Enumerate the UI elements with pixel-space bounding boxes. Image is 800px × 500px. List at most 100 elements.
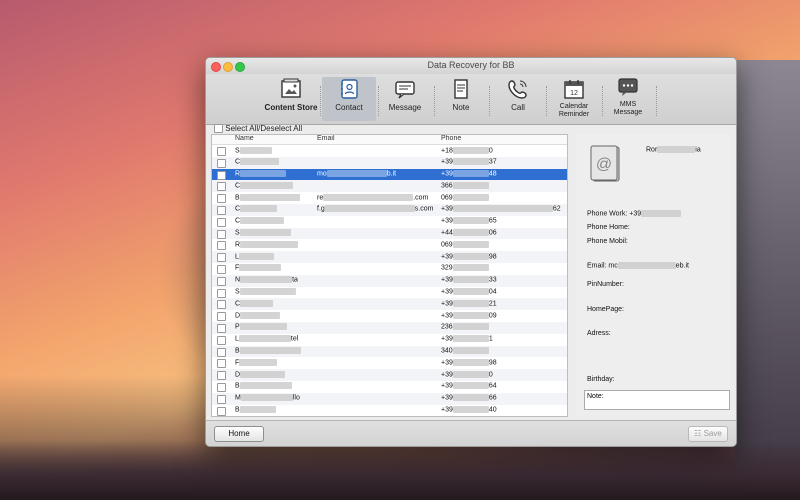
table-row[interactable]: L +39 98 <box>212 251 567 263</box>
table-header: Name Email Phone <box>212 135 567 145</box>
table-row[interactable]: S +44 06 <box>212 227 567 240</box>
row-checkbox[interactable] <box>217 147 226 156</box>
table-row[interactable]: S +18 0 <box>212 145 567 157</box>
row-phone: +44 06 <box>441 229 497 237</box>
row-checkbox[interactable] <box>217 347 226 357</box>
row-phone: +39 65 <box>441 217 497 225</box>
tool-label: MMS Message <box>613 101 643 116</box>
tool-mms-message[interactable]: MMS Message <box>608 75 648 117</box>
table-row[interactable]: Cf.g s.com +39 62 <box>212 203 567 216</box>
row-checkbox[interactable] <box>217 382 226 392</box>
row-checkbox[interactable] <box>217 194 226 204</box>
tool-label: Contact <box>335 103 363 112</box>
row-checkbox[interactable] <box>217 288 226 298</box>
row-checkbox[interactable] <box>217 158 226 168</box>
row-checkbox[interactable] <box>217 335 226 345</box>
row-checkbox[interactable] <box>217 229 226 239</box>
table-body: S +18 0 C +39 37 Rmo b.it +39 48 C 366 Bre .com 069 Cf.… <box>212 145 567 416</box>
row-checkbox[interactable] <box>217 300 226 310</box>
save-button[interactable]: ☷ Save <box>688 426 728 442</box>
detail-phone-mobil-label: Phone Mobil: <box>587 238 628 245</box>
column-header-email[interactable]: Email <box>317 135 335 142</box>
note-field[interactable]: Note: <box>584 390 730 410</box>
home-button[interactable]: Home <box>214 426 264 442</box>
row-name: C <box>235 181 294 189</box>
row-checkbox[interactable] <box>217 359 226 369</box>
tool-label: Message <box>388 103 422 112</box>
detail-pin-label: PinNumber: <box>587 281 624 288</box>
tool-label: Content Store <box>264 103 318 112</box>
detail-birthday-label: Birthday: <box>587 376 615 383</box>
row-email: mo b.it <box>317 170 397 178</box>
column-header-phone[interactable]: Phone <box>441 135 461 142</box>
row-phone: +18 0 <box>441 146 493 154</box>
note-icon <box>454 79 468 99</box>
row-name: B <box>235 347 301 354</box>
table-row[interactable]: C +39 21 <box>212 298 567 311</box>
tool-call[interactable]: Call <box>498 77 538 112</box>
tool-label: Note <box>452 103 470 112</box>
table-row[interactable]: B +39 64 <box>212 381 567 393</box>
table-row[interactable]: C +39 37 <box>212 156 567 169</box>
table-row[interactable]: Ltel +39 1 <box>212 334 567 346</box>
table-row[interactable]: D +39 0 <box>212 369 567 381</box>
tool-contact[interactable]: Contact <box>322 77 376 121</box>
row-checkbox[interactable] <box>217 253 226 263</box>
row-checkbox[interactable] <box>217 312 226 322</box>
row-checkbox[interactable] <box>217 241 226 251</box>
row-phone: +39 64 <box>441 382 497 390</box>
table-row[interactable]: Nta +39 33 <box>212 274 567 287</box>
table-row[interactable]: S +39 04 <box>212 287 567 299</box>
row-name: C <box>235 217 285 225</box>
table-row[interactable]: C 366 <box>212 180 567 193</box>
row-phone: 329 <box>441 264 489 272</box>
table-row[interactable]: F +39 98 <box>212 357 567 369</box>
row-checkbox[interactable] <box>217 323 226 333</box>
table-row[interactable]: R 069 <box>212 239 567 251</box>
row-phone: +39 37 <box>441 158 497 166</box>
row-checkbox[interactable] <box>217 182 226 192</box>
table-row[interactable]: Mllo +39 66 <box>212 392 567 405</box>
table-row[interactable]: B +39 40 <box>212 405 567 416</box>
row-checkbox[interactable] <box>217 276 226 286</box>
table-row[interactable]: Rmo b.it +39 48 <box>212 168 567 181</box>
table-row[interactable]: B 340 <box>212 345 567 358</box>
table-row[interactable]: F 329 <box>212 263 567 275</box>
column-header-name[interactable]: Name <box>235 135 254 142</box>
row-name: S <box>235 288 296 295</box>
tool-calendar-reminder[interactable]: 12 Calendar Reminder <box>552 77 596 119</box>
row-checkbox[interactable] <box>217 371 226 381</box>
row-phone: 366 <box>441 181 489 189</box>
tool-content-store[interactable]: Content Store <box>264 77 318 112</box>
table-row[interactable]: P 236 <box>212 321 567 334</box>
table-row[interactable]: C +39 65 <box>212 216 567 228</box>
window-title: Data Recovery for BB <box>427 60 515 70</box>
row-phone: 069 <box>441 193 489 201</box>
row-checkbox[interactable] <box>217 170 226 180</box>
row-name: C <box>235 158 280 166</box>
detail-contact-name: Ror ia <box>646 146 701 154</box>
select-all-label: Select All/Deselect All <box>225 124 303 133</box>
row-name: C <box>235 299 274 307</box>
row-checkbox[interactable] <box>217 217 226 227</box>
table-row[interactable]: Bre .com 069 <box>212 192 567 204</box>
select-all-checkbox[interactable] <box>214 124 223 134</box>
row-phone: +39 40 <box>441 406 497 414</box>
tool-message[interactable]: Message <box>382 77 428 112</box>
row-checkbox[interactable] <box>217 264 226 274</box>
detail-phone-work: Phone Work: +39 <box>587 210 682 217</box>
detail-adress-label: Adress: <box>587 330 611 337</box>
background-cliff <box>735 60 800 500</box>
select-all-control[interactable]: Select All/Deselect All <box>214 124 303 134</box>
row-checkbox[interactable] <box>217 394 226 404</box>
row-phone: 340 <box>441 347 489 354</box>
row-name: F <box>235 358 278 366</box>
calendar-icon: 12 <box>564 80 584 99</box>
row-checkbox[interactable] <box>217 406 226 416</box>
toolbar: Content Store Contact Message Note Call … <box>206 74 736 125</box>
row-checkbox[interactable] <box>217 205 226 215</box>
table-row[interactable]: D +39 09 <box>212 310 567 322</box>
tool-note[interactable]: Note <box>442 77 480 112</box>
row-phone: +39 62 <box>441 205 561 213</box>
row-phone: +39 21 <box>441 299 497 308</box>
